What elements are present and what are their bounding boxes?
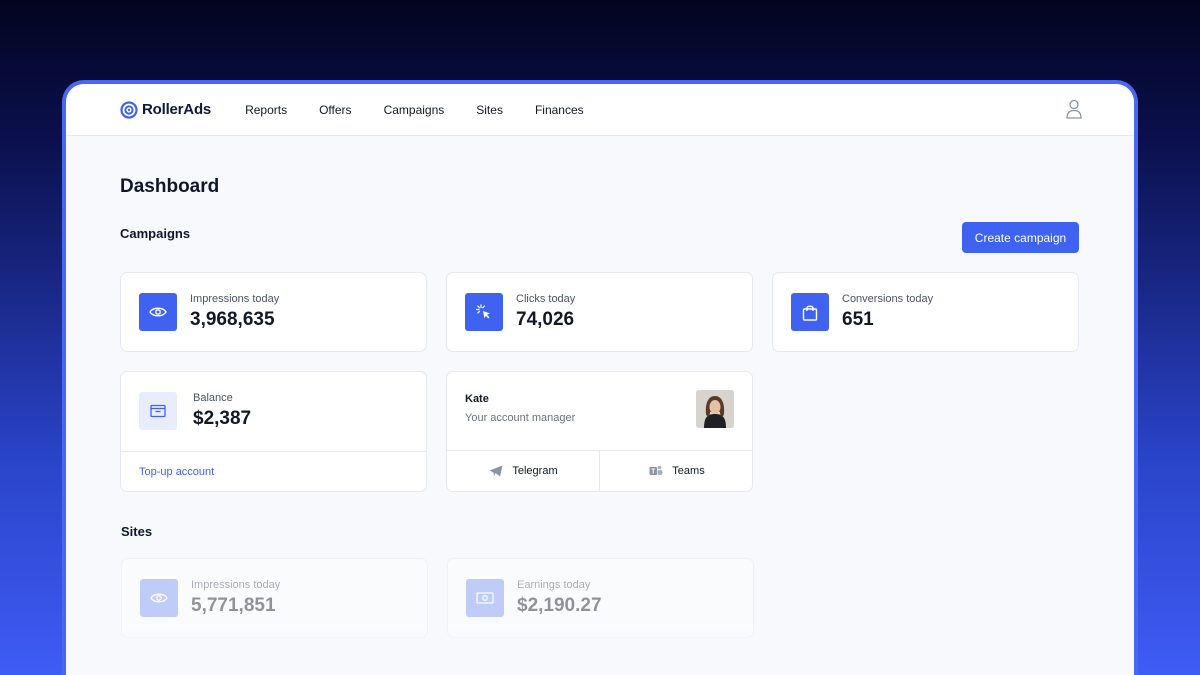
top-up-link[interactable]: Top-up account (139, 466, 214, 478)
teams-icon (649, 465, 663, 475)
eye-icon (139, 293, 177, 331)
impressions-label: Impressions today (190, 293, 280, 305)
create-campaign-button[interactable]: Create campaign (962, 222, 1079, 253)
balance-divider (121, 451, 426, 452)
balance-value: $2,387 (193, 408, 252, 429)
wallet-icon (139, 392, 177, 430)
bottom-fade-overlay (66, 624, 1134, 675)
balance-label: Balance (193, 392, 233, 404)
balance-card: Balance $2,387 Top-up account (120, 371, 427, 492)
page-title: Dashboard (120, 176, 220, 197)
campaigns-section-title: Campaigns (120, 226, 191, 241)
logo[interactable]: RollerAds (120, 100, 212, 119)
sites-eye-icon (140, 579, 178, 617)
manager-role: Your account manager (465, 412, 576, 424)
nav-finances[interactable]: Finances (535, 103, 584, 117)
teams-button[interactable]: Teams (600, 451, 754, 491)
sites-earnings-label: Earnings today (517, 579, 591, 591)
rollerads-logo-icon (120, 100, 138, 119)
impressions-value: 3,968,635 (190, 309, 275, 330)
telegram-button[interactable]: Telegram (447, 451, 600, 491)
cursor-click-icon (465, 293, 503, 331)
money-icon (466, 579, 504, 617)
clicks-value: 74,026 (516, 309, 575, 330)
top-navbar: RollerAds Reports Offers Campaigns Sites… (66, 84, 1134, 136)
impressions-card: Impressions today 3,968,635 (120, 272, 427, 352)
sites-impressions-value: 5,771,851 (191, 595, 276, 616)
nav-campaigns[interactable]: Campaigns (384, 103, 445, 117)
conversions-card: Conversions today 651 (772, 272, 1079, 352)
shopping-bag-icon (791, 293, 829, 331)
manager-name: Kate (465, 393, 489, 405)
sites-impressions-label: Impressions today (191, 579, 281, 591)
clicks-card: Clicks today 74,026 (446, 272, 753, 352)
logo-text: RollerAds (142, 101, 212, 118)
conversions-label: Conversions today (842, 293, 934, 305)
telegram-label: Telegram (512, 465, 558, 477)
account-manager-card: Kate Your account manager Telegram Teams (446, 371, 753, 492)
nav-offers[interactable]: Offers (319, 103, 351, 117)
manager-avatar (696, 390, 734, 428)
user-icon[interactable] (1066, 99, 1082, 119)
sites-section-title: Sites (121, 524, 153, 539)
conversions-value: 651 (842, 309, 874, 330)
nav-reports[interactable]: Reports (245, 103, 287, 117)
app-window: RollerAds Reports Offers Campaigns Sites… (62, 80, 1138, 675)
sites-earnings-value: $2,190.27 (517, 595, 602, 616)
clicks-label: Clicks today (516, 293, 576, 305)
teams-label: Teams (672, 465, 705, 477)
telegram-icon (489, 465, 503, 477)
nav-sites[interactable]: Sites (476, 103, 503, 117)
